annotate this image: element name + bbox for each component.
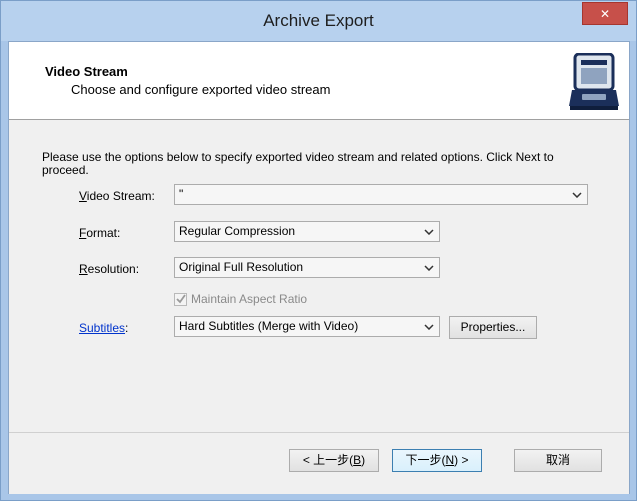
chevron-down-icon: [423, 222, 435, 241]
back-button[interactable]: < 上一步(B): [289, 449, 379, 472]
resolution-select[interactable]: Original Full Resolution: [174, 257, 440, 278]
resolution-label: Resolution:: [79, 262, 140, 276]
format-value: Regular Compression: [179, 224, 296, 238]
page-title: Video Stream: [45, 64, 128, 79]
subtitles-value: Hard Subtitles (Merge with Video): [179, 319, 359, 333]
chevron-down-icon: [423, 317, 435, 336]
maintain-aspect-ratio-label: Maintain Aspect Ratio: [191, 292, 308, 306]
next-button[interactable]: 下一步(N) >: [392, 449, 482, 472]
cancel-button[interactable]: 取消: [514, 449, 602, 472]
properties-button[interactable]: Properties...: [449, 316, 537, 339]
video-stream-label: Video Stream:: [79, 189, 155, 203]
export-dialog-window: Archive Export ✕ Video Stream Choose and…: [0, 0, 637, 501]
intro-text: Please use the options below to specify …: [42, 150, 554, 177]
format-select[interactable]: Regular Compression: [174, 221, 440, 242]
archive-device-icon: [569, 53, 619, 110]
chevron-down-icon: [571, 185, 583, 204]
dialog-client-area: Video Stream Choose and configure export…: [8, 41, 630, 494]
wizard-body: Please use the options below to specify …: [9, 120, 629, 432]
video-stream-value: ": [179, 187, 184, 201]
page-subtitle: Choose and configure exported video stre…: [71, 82, 331, 97]
close-icon: ✕: [599, 6, 611, 21]
chevron-down-icon: [423, 258, 435, 277]
video-stream-select[interactable]: ": [174, 184, 588, 205]
wizard-footer: < 上一步(B) 下一步(N) > 取消: [9, 432, 629, 494]
maintain-aspect-ratio-checkbox[interactable]: Maintain Aspect Ratio: [174, 292, 307, 306]
subtitles-select[interactable]: Hard Subtitles (Merge with Video): [174, 316, 440, 337]
title-bar[interactable]: Archive Export ✕: [1, 1, 636, 41]
subtitles-link[interactable]: Subtitles: [79, 321, 125, 335]
resolution-value: Original Full Resolution: [179, 260, 304, 274]
subtitles-label-wrap: Subtitles:: [79, 321, 129, 335]
wizard-header: Video Stream Choose and configure export…: [9, 42, 629, 120]
close-button[interactable]: ✕: [582, 2, 628, 25]
checkbox-box[interactable]: [174, 292, 187, 306]
checkmark-icon: [175, 294, 186, 304]
window-title: Archive Export: [263, 11, 374, 30]
format-label: Format:: [79, 226, 121, 240]
